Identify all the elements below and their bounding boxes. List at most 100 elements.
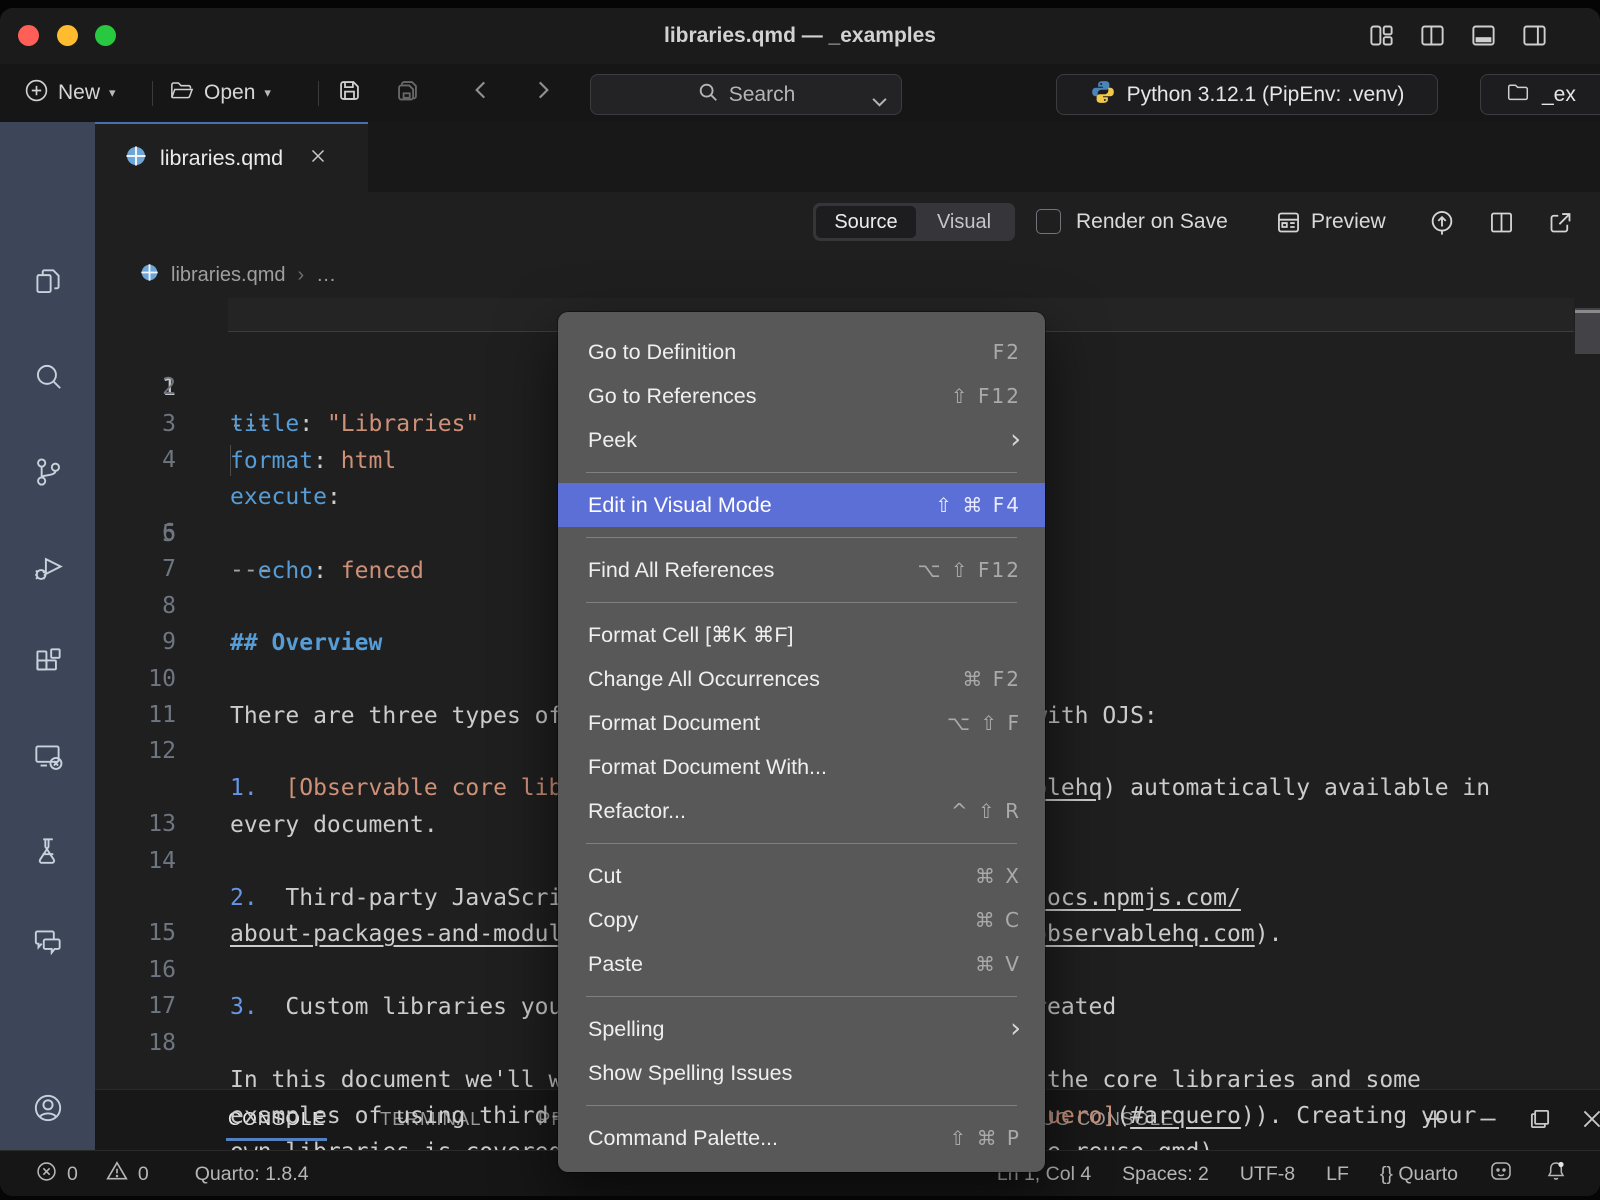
warnings-icon[interactable]: [106, 1160, 128, 1188]
account-icon[interactable]: [30, 1090, 66, 1126]
open-button[interactable]: Open▾: [168, 64, 271, 122]
menu-item-go-to-references[interactable]: Go to References⇧ F12: [558, 374, 1045, 418]
context-menu: Go to DefinitionF2 Go to References⇧ F12…: [558, 312, 1045, 1172]
submenu-chevron-icon: ›: [1010, 1019, 1021, 1039]
screen: libraries.qmd — _examples New▾ Open▾: [0, 0, 1600, 1200]
quarto-file-icon: [125, 145, 147, 172]
comments-icon[interactable]: [30, 923, 66, 959]
overview-ruler-cursor-mark: [1575, 310, 1600, 313]
save-all-button[interactable]: [394, 64, 421, 122]
menu-item-edit-in-visual-mode[interactable]: Edit in Visual Mode⇧ ⌘ F4: [558, 483, 1045, 527]
source-visual-toggle: Source Visual: [813, 203, 1015, 241]
save-button[interactable]: [336, 64, 363, 122]
title-bar: libraries.qmd — _examples: [0, 8, 1600, 65]
encoding[interactable]: UTF-8: [1240, 1163, 1295, 1186]
render-on-save-label: Render on Save: [1076, 192, 1228, 252]
quarto-version[interactable]: Quarto: 1.8.4: [195, 1163, 309, 1186]
breadcrumb: libraries.qmd › …: [95, 252, 1600, 298]
editor-scrollbar[interactable]: [1575, 308, 1600, 354]
errors-count[interactable]: 0: [67, 1163, 78, 1186]
menu-item-cut[interactable]: Cut⌘ X: [558, 854, 1045, 898]
remote-console-icon[interactable]: [30, 738, 66, 774]
breadcrumb-file[interactable]: libraries.qmd: [171, 264, 285, 287]
menu-item-command-palette[interactable]: Command Palette...⇧ ⌘ P: [558, 1116, 1045, 1160]
indentation[interactable]: Spaces: 2: [1122, 1163, 1209, 1186]
activity-bar: [0, 122, 95, 1150]
run-debug-icon[interactable]: [30, 548, 66, 584]
folder-open-icon: [168, 77, 195, 110]
menu-item-show-spelling-issues[interactable]: Show Spelling Issues: [558, 1051, 1045, 1095]
eol[interactable]: LF: [1326, 1163, 1349, 1186]
editor-actions: Source Visual Render on Save Preview ⋯: [95, 192, 1600, 252]
tab-libraries-qmd[interactable]: libraries.qmd: [95, 122, 368, 192]
chevron-left-icon: [468, 77, 494, 109]
source-mode-button[interactable]: Source: [816, 206, 916, 238]
explorer-icon[interactable]: [30, 264, 66, 300]
folder-icon: [1505, 79, 1531, 111]
menu-item-peek[interactable]: Peek›: [558, 418, 1045, 462]
errors-icon[interactable]: [36, 1161, 57, 1188]
main-toolbar: New▾ Open▾ Search Python 3.12.1 (PipEnv:…: [0, 64, 1600, 123]
menu-separator: [558, 833, 1045, 854]
notifications-bell-icon[interactable]: [1544, 1159, 1568, 1189]
preview-label[interactable]: Preview: [1311, 192, 1386, 252]
source-control-icon[interactable]: [30, 454, 66, 490]
publish-icon[interactable]: [1428, 209, 1456, 242]
editor-tab-strip: libraries.qmd: [95, 122, 1600, 192]
search-icon: [697, 81, 719, 109]
menu-item-format-document[interactable]: Format Document⌥ ⇧ F: [558, 701, 1045, 745]
plus-circle-icon: [24, 78, 49, 109]
chevron-down-icon: ▾: [264, 86, 271, 101]
navigate-back-button[interactable]: [468, 64, 494, 122]
split-editor-icon[interactable]: [1488, 209, 1515, 241]
close-tab-icon[interactable]: [310, 148, 326, 169]
menu-item-refactor[interactable]: Refactor...^ ⇧ R: [558, 789, 1045, 833]
chevron-down-icon[interactable]: [872, 89, 887, 113]
navigate-forward-button[interactable]: [530, 64, 556, 122]
chevron-down-icon: ▾: [109, 86, 116, 101]
app-window: libraries.qmd — _examples New▾ Open▾: [0, 8, 1600, 1196]
toggle-panel-icon[interactable]: [1470, 22, 1497, 49]
divider: [318, 81, 319, 106]
save-all-icon: [394, 77, 421, 110]
menu-separator: [558, 462, 1045, 483]
chevron-right-icon: [530, 77, 556, 109]
toggle-sidebar-icon[interactable]: [1419, 22, 1446, 49]
language-mode[interactable]: {} Quarto: [1380, 1163, 1458, 1186]
search-input[interactable]: Search: [590, 74, 902, 115]
quarto-file-icon: [140, 263, 159, 288]
toggle-secondary-sidebar-icon[interactable]: [1521, 22, 1548, 49]
menu-item-find-all-references[interactable]: Find All References⌥ ⇧ F12: [558, 548, 1045, 592]
divider: [152, 81, 153, 106]
minimize-panel-icon[interactable]: [1475, 1106, 1501, 1137]
extensions-icon[interactable]: [30, 643, 66, 679]
menu-item-spelling[interactable]: Spelling›: [558, 1007, 1045, 1051]
window-title: libraries.qmd — _examples: [0, 8, 1600, 64]
menu-item-copy[interactable]: Copy⌘ C: [558, 898, 1045, 942]
menu-item-format-cell[interactable]: Format Cell [⌘K ⌘F]: [558, 613, 1045, 657]
breadcrumb-more[interactable]: …: [316, 264, 336, 287]
interpreter-selector[interactable]: Python 3.12.1 (PipEnv: .venv): [1056, 74, 1438, 115]
breadcrumb-separator: ›: [297, 264, 304, 287]
project-selector[interactable]: _ex: [1480, 74, 1600, 115]
feedback-smiley-icon[interactable]: [1489, 1159, 1513, 1189]
visual-mode-button[interactable]: Visual: [916, 211, 1012, 234]
new-button[interactable]: New▾: [24, 64, 116, 122]
menu-separator: [558, 1095, 1045, 1116]
menu-item-paste[interactable]: Paste⌘ V: [558, 942, 1045, 986]
menu-item-format-document-with[interactable]: Format Document With...: [558, 745, 1045, 789]
render-on-save-checkbox[interactable]: [1036, 209, 1061, 234]
save-icon: [336, 77, 363, 110]
preview-icon[interactable]: [1275, 209, 1302, 241]
close-panel-icon[interactable]: [1579, 1106, 1600, 1137]
testing-beaker-icon[interactable]: [30, 833, 66, 869]
menu-separator: [558, 592, 1045, 613]
python-logo-icon: [1090, 79, 1116, 111]
search-icon[interactable]: [30, 359, 66, 395]
open-in-new-window-icon[interactable]: [1547, 209, 1574, 241]
restore-panel-icon[interactable]: [1527, 1106, 1553, 1137]
customize-layout-icon[interactable]: [1368, 22, 1395, 49]
menu-item-change-all-occurrences[interactable]: Change All Occurrences⌘ F2: [558, 657, 1045, 701]
menu-item-go-to-definition[interactable]: Go to DefinitionF2: [558, 330, 1045, 374]
warnings-count[interactable]: 0: [138, 1163, 149, 1186]
